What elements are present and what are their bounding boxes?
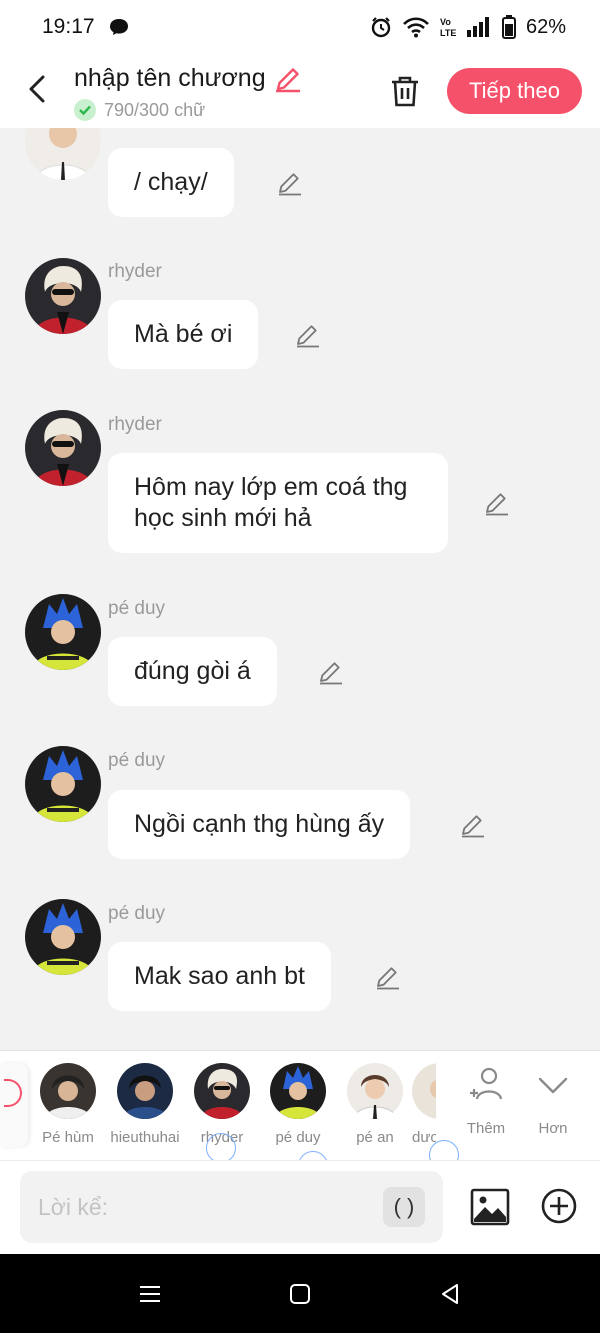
character-item[interactable]: hieuthuhai <box>110 1063 180 1146</box>
trash-icon <box>392 76 418 107</box>
character-name: pé duy <box>275 1129 321 1146</box>
sender-name: pé duy <box>108 750 166 771</box>
pencil-icon[interactable] <box>274 65 302 93</box>
edit-icon[interactable] <box>375 964 401 990</box>
battery-percent: 62% <box>525 15 566 38</box>
character-name: Pé hùm <box>42 1129 94 1146</box>
avatar <box>194 1063 250 1119</box>
battery-icon <box>501 15 516 39</box>
chapter-title-area: nhập tên chương 790/300 chữ <box>74 64 302 121</box>
character-item[interactable]: pé an <box>340 1063 410 1146</box>
check-icon <box>74 99 96 121</box>
add-character-button[interactable]: Thêm <box>456 1065 516 1137</box>
word-count: 790/300 chữ <box>104 99 206 120</box>
message-text: / chạy/ <box>134 168 208 196</box>
message-text: Ngồi cạnh thg hùng ấy <box>134 810 385 838</box>
sender-name: pé duy <box>108 598 166 619</box>
character-bar: Pé hùm hieuthuhai rhyder pé duy pé an dư… <box>0 1050 600 1181</box>
avatar <box>40 1063 96 1119</box>
chevron-down-icon <box>538 1077 568 1094</box>
scroll-left-edge[interactable] <box>0 1063 28 1147</box>
sender-name: rhyder <box>108 261 162 282</box>
alarm-icon <box>371 17 391 38</box>
avatar[interactable] <box>25 128 101 180</box>
home-icon[interactable] <box>288 1282 312 1306</box>
messenger-icon <box>109 19 128 35</box>
avatar[interactable] <box>25 746 101 822</box>
edit-icon[interactable] <box>277 170 303 196</box>
avatar[interactable] <box>25 410 101 486</box>
add-label: Thêm <box>466 1120 506 1137</box>
chat-area[interactable]: / chạy/ rhyder Mà bé ơi rhyder Hôm nay l… <box>0 128 600 1050</box>
sender-name: pé duy <box>108 903 166 924</box>
add-person-icon <box>470 1067 503 1100</box>
narration-input-wrap: ( ) <box>20 1171 443 1243</box>
character-item[interactable]: pé duy <box>263 1063 333 1146</box>
character-item[interactable]: dươ <box>412 1063 436 1146</box>
volte-icon: Vo LTE <box>440 17 456 38</box>
avatar <box>412 1063 436 1119</box>
svg-text:Vo: Vo <box>440 17 451 27</box>
chapter-title[interactable]: nhập tên chương <box>74 64 266 93</box>
status-time: 19:17 <box>42 15 95 38</box>
edit-icon[interactable] <box>295 322 321 348</box>
avatar[interactable] <box>25 899 101 975</box>
avatar[interactable] <box>25 594 101 670</box>
edit-icon[interactable] <box>484 490 510 516</box>
message-text: Hôm nay lớp em coá thg học sinh mới hả <box>134 473 408 532</box>
more-label: Hơn <box>538 1120 568 1137</box>
more-button[interactable]: Hơn <box>523 1065 583 1137</box>
image-icon[interactable] <box>470 1187 510 1227</box>
recent-apps-icon[interactable] <box>138 1282 162 1306</box>
avatar <box>347 1063 403 1119</box>
message-text: Mà bé ơi <box>134 320 233 348</box>
editor-header: nhập tên chương 790/300 chữ Tiếp theo <box>0 54 600 128</box>
delete-button[interactable] <box>386 72 424 110</box>
character-name: hieuthuhai <box>110 1129 180 1146</box>
edit-icon[interactable] <box>460 812 486 838</box>
message-text: đúng gòi á <box>134 657 251 685</box>
parentheses-button[interactable]: ( ) <box>383 1187 425 1227</box>
wifi-icon <box>403 17 429 38</box>
narration-input[interactable] <box>38 1193 383 1221</box>
message-bubble[interactable]: Ngồi cạnh thg hùng ấy <box>108 790 411 859</box>
composer-bar: ( ) <box>0 1160 600 1254</box>
chevron-left-icon <box>29 75 45 103</box>
message-text: Mak sao anh bt <box>134 962 305 990</box>
edit-icon[interactable] <box>318 659 344 685</box>
sender-name: rhyder <box>108 414 162 435</box>
message-bubble[interactable]: Mak sao anh bt <box>108 942 331 1011</box>
character-name: pé an <box>356 1129 394 1146</box>
avatar[interactable] <box>25 258 101 334</box>
next-button[interactable]: Tiếp theo <box>447 68 582 114</box>
back-button[interactable] <box>20 72 54 106</box>
message-bubble[interactable]: Mà bé ơi <box>108 300 259 369</box>
svg-text:LTE: LTE <box>440 28 456 38</box>
message-bubble[interactable]: đúng gòi á <box>108 637 277 706</box>
message-bubble[interactable]: / chạy/ <box>108 148 234 217</box>
back-nav-icon[interactable] <box>438 1282 462 1306</box>
message-bubble[interactable]: Hôm nay lớp em coá thg học sinh mới hả <box>108 453 448 553</box>
signal-icon <box>466 17 489 37</box>
character-item[interactable]: Pé hùm <box>33 1063 103 1146</box>
system-nav-bar <box>0 1254 600 1333</box>
status-bar: 19:17 Vo LTE 62% <box>0 0 600 54</box>
touch-indicator <box>206 1133 236 1163</box>
plus-circle-icon[interactable] <box>540 1187 578 1225</box>
avatar <box>117 1063 173 1119</box>
avatar <box>270 1063 326 1119</box>
